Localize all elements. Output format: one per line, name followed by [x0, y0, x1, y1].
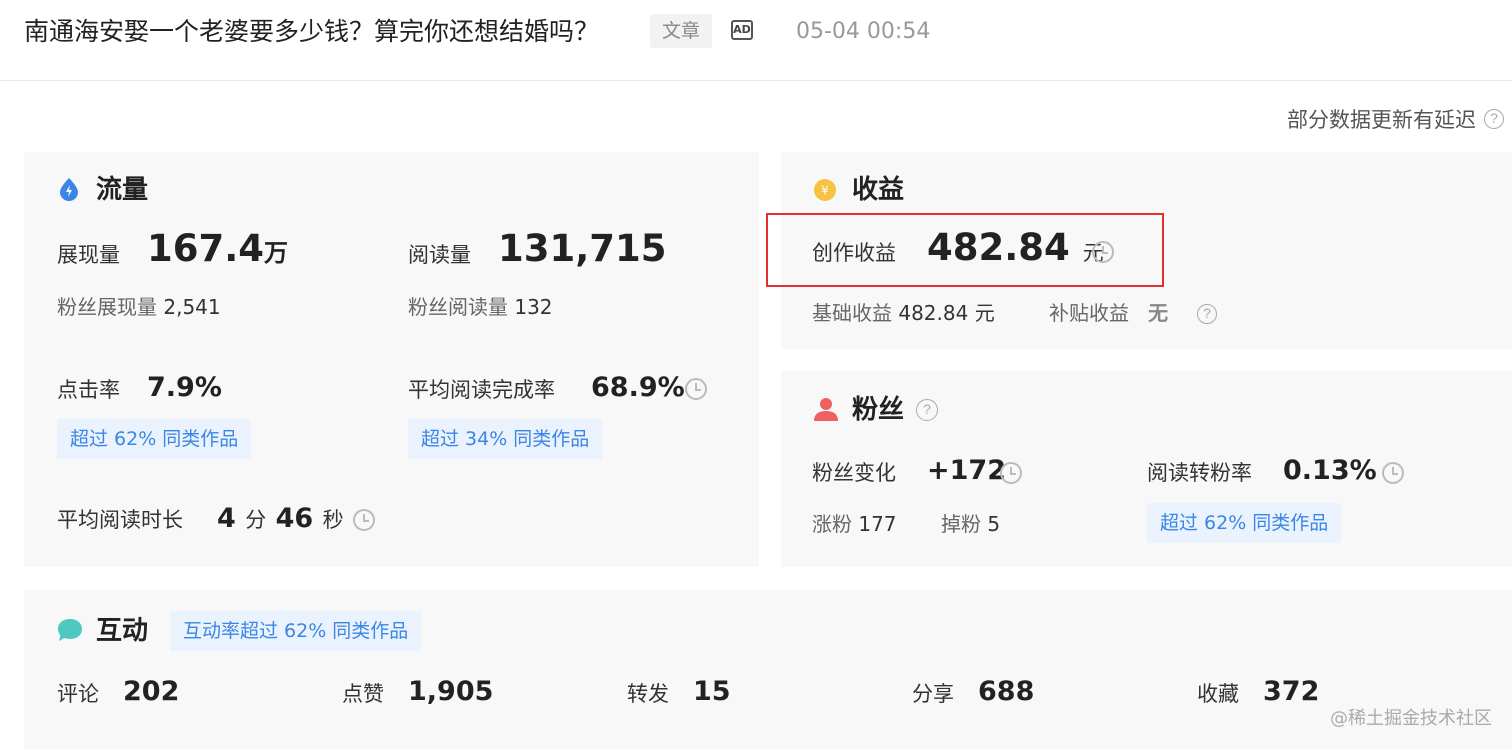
completion-value: 68.9% [591, 372, 685, 403]
conversion-label: 阅读转粉率 [1147, 461, 1252, 485]
favorites-value: 372 [1263, 676, 1320, 707]
conversion-badge: 超过 62% 同类作品 [1147, 503, 1342, 543]
data-delay-text: 部分数据更新有延迟 [1287, 108, 1476, 132]
base-revenue: 基础收益 482.84 元 [812, 298, 995, 328]
fan-change-label: 粉丝变化 [812, 461, 896, 485]
favorites-label: 收藏 [1197, 682, 1239, 706]
reads-label: 阅读量 [408, 243, 471, 267]
traffic-title: 流量 [96, 175, 149, 205]
duration-sec-unit: 秒 [322, 508, 344, 532]
ad-icon: AD [731, 20, 753, 40]
fans-title: 粉丝 [852, 395, 905, 425]
fan-reads-label: 粉丝阅读量 [408, 295, 508, 319]
subsidy-revenue-label: 补贴收益 [1049, 301, 1129, 325]
likes-value: 1,905 [408, 676, 494, 707]
svg-text:¥: ¥ [821, 184, 829, 198]
revenue-title: 收益 [852, 175, 905, 205]
base-revenue-value: 482.84 元 [898, 301, 995, 325]
comments-value: 202 [123, 676, 180, 707]
fan-reads-value: 132 [514, 295, 553, 319]
duration-min: 4 [217, 503, 236, 534]
data-delay-note: 部分数据更新有延迟? [1287, 104, 1504, 134]
completion-clock-icon[interactable] [685, 378, 707, 400]
fans-card: 粉丝 ? 粉丝变化 +172 阅读转粉率 0.13% 涨粉 177 掉粉 5 超… [781, 370, 1512, 567]
article-title[interactable]: 南通海安娶一个老婆要多少钱？算完你还想结婚吗？ [24, 14, 599, 50]
fan-impressions: 粉丝展现量 2,541 [57, 292, 221, 322]
completion-label: 平均阅读完成率 [408, 378, 555, 402]
fan-loss-value: 5 [987, 512, 1001, 536]
likes-label: 点赞 [342, 682, 384, 706]
fan-loss: 掉粉 5 [941, 509, 1000, 539]
reads-value: 131,715 [498, 227, 667, 270]
ctr-label: 点击率 [57, 378, 120, 402]
ctr-value: 7.9% [147, 372, 222, 403]
article-type-tag: 文章 [650, 14, 713, 48]
fans-person-icon [814, 398, 838, 421]
fan-gain: 涨粉 177 [812, 509, 897, 539]
help-icon[interactable]: ? [1484, 109, 1504, 129]
fan-impressions-label: 粉丝展现量 [57, 295, 157, 319]
ctr-badge: 超过 62% 同类作品 [57, 419, 252, 459]
reposts-value: 15 [693, 676, 731, 707]
fan-gain-label: 涨粉 [812, 512, 852, 536]
duration-value: 4 分 46 秒 [217, 502, 344, 537]
traffic-card: 流量 展现量 167.4万 阅读量 131,715 粉丝展现量 2,541 粉丝… [24, 152, 759, 567]
fan-gain-value: 177 [858, 512, 897, 536]
interaction-badge: 互动率超过 62% 同类作品 [170, 611, 422, 651]
interaction-title: 互动 [96, 616, 149, 646]
conversion-clock-icon[interactable] [1382, 462, 1404, 484]
base-revenue-label: 基础收益 [812, 301, 892, 325]
impressions-unit: 万 [264, 239, 289, 267]
shares-label: 分享 [912, 682, 954, 706]
subsidy-revenue-value: 无 [1148, 301, 1169, 325]
duration-clock-icon[interactable] [353, 509, 375, 531]
subsidy-help-icon[interactable]: ? [1197, 304, 1217, 324]
interaction-card: 互动 互动率超过 62% 同类作品 评论 202 点赞 1,905 转发 15 … [24, 590, 1512, 750]
revenue-coin-icon: ¥ [814, 179, 836, 201]
fans-help-icon[interactable]: ? [916, 399, 938, 421]
interaction-chat-icon [58, 619, 82, 641]
fan-impressions-value: 2,541 [163, 295, 221, 319]
impressions-label: 展现量 [57, 243, 120, 267]
reposts-label: 转发 [627, 682, 669, 706]
duration-label: 平均阅读时长 [57, 508, 183, 532]
subsidy-revenue: 补贴收益 无 [1049, 298, 1168, 328]
conversion-value: 0.13% [1283, 455, 1377, 486]
highlight-box [766, 213, 1164, 287]
fan-reads: 粉丝阅读量 132 [408, 292, 553, 322]
fan-loss-label: 掉粉 [941, 512, 981, 536]
publish-time: 05-04 00:54 [796, 19, 931, 44]
article-header: 南通海安娶一个老婆要多少钱？算完你还想结婚吗？ 文章 AD 05-04 00:5… [0, 0, 1512, 81]
watermark: @稀土掘金技术社区 [1330, 708, 1492, 729]
shares-value: 688 [978, 676, 1035, 707]
fan-change-value: +172 [927, 455, 1006, 486]
comments-label: 评论 [57, 682, 99, 706]
impressions-value: 167.4万 [147, 227, 288, 275]
completion-badge: 超过 34% 同类作品 [408, 419, 603, 459]
duration-min-unit: 分 [245, 508, 267, 532]
impressions-number: 167.4 [147, 227, 265, 270]
traffic-drop-icon [60, 178, 78, 201]
duration-sec: 46 [275, 503, 314, 534]
fan-change-clock-icon[interactable] [1000, 462, 1022, 484]
